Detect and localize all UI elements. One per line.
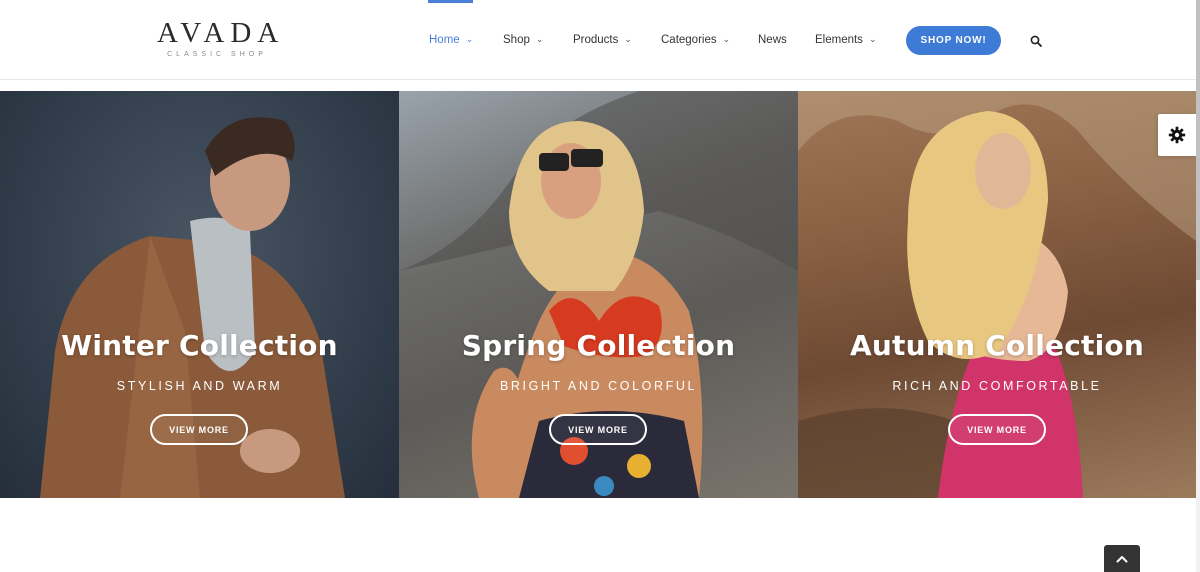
back-to-top-button[interactable] <box>1104 545 1140 572</box>
logo[interactable]: AVADA CLASSIC SHOP <box>157 17 285 60</box>
page-scrollbar[interactable] <box>1196 0 1200 572</box>
chevron-down-icon: ⌄ <box>624 33 632 44</box>
nav-item-shop[interactable]: Shop ⌄ <box>503 0 543 80</box>
gear-icon <box>1168 126 1186 144</box>
collection-subtitle: STYLISH AND WARM <box>116 379 283 393</box>
collection-subtitle: RICH AND COMFORTABLE <box>892 379 1102 393</box>
chevron-down-icon: ⌄ <box>722 33 731 44</box>
view-more-button[interactable]: VIEW MORE <box>948 414 1046 445</box>
site-header: AVADA CLASSIC SHOP Home ⌄ Shop ⌄ Product… <box>0 0 1196 80</box>
nav-item-home[interactable]: Home ⌄ <box>427 0 474 80</box>
nav-item-elements[interactable]: Elements ⌄ <box>815 0 876 80</box>
chevron-down-icon: ⌄ <box>535 33 544 44</box>
nav-item-news[interactable]: News <box>758 0 787 80</box>
nav-item-categories[interactable]: Categories ⌄ <box>661 0 730 80</box>
chevron-up-icon <box>1116 555 1128 562</box>
view-more-button[interactable]: VIEW MORE <box>549 414 647 445</box>
nav-item-products[interactable]: Products ⌄ <box>573 0 632 80</box>
nav-item-label: Elements <box>815 34 863 46</box>
nav-item-label: Shop <box>503 34 530 46</box>
collection-panel-autumn[interactable]: Autumn Collection RICH AND COMFORTABLE V… <box>798 91 1196 498</box>
search-icon[interactable] <box>1030 34 1042 47</box>
collection-title: Autumn Collection <box>850 329 1144 362</box>
shop-now-button[interactable]: SHOP NOW! <box>906 26 1001 55</box>
view-more-button[interactable]: VIEW MORE <box>150 414 248 445</box>
collection-panel-winter[interactable]: Winter Collection STYLISH AND WARM VIEW … <box>0 91 399 498</box>
nav-item-label: Categories <box>661 34 717 46</box>
chevron-down-icon: ⌄ <box>465 33 474 44</box>
logo-main-text: AVADA <box>157 17 285 49</box>
nav-item-label: News <box>758 34 787 46</box>
nav-item-label: Products <box>573 34 619 46</box>
settings-toggle[interactable] <box>1158 114 1196 156</box>
collection-title: Spring Collection <box>461 329 736 362</box>
collection-subtitle: BRIGHT AND COLORFUL <box>499 379 698 393</box>
logo-sub-text: CLASSIC SHOP <box>167 51 267 58</box>
scrollbar-thumb[interactable] <box>1196 0 1200 280</box>
nav-item-label: Home <box>429 34 460 46</box>
collection-title: Winter Collection <box>61 329 338 362</box>
chevron-down-icon: ⌄ <box>868 33 877 44</box>
collection-panel-spring[interactable]: Spring Collection BRIGHT AND COLORFUL VI… <box>399 91 798 498</box>
